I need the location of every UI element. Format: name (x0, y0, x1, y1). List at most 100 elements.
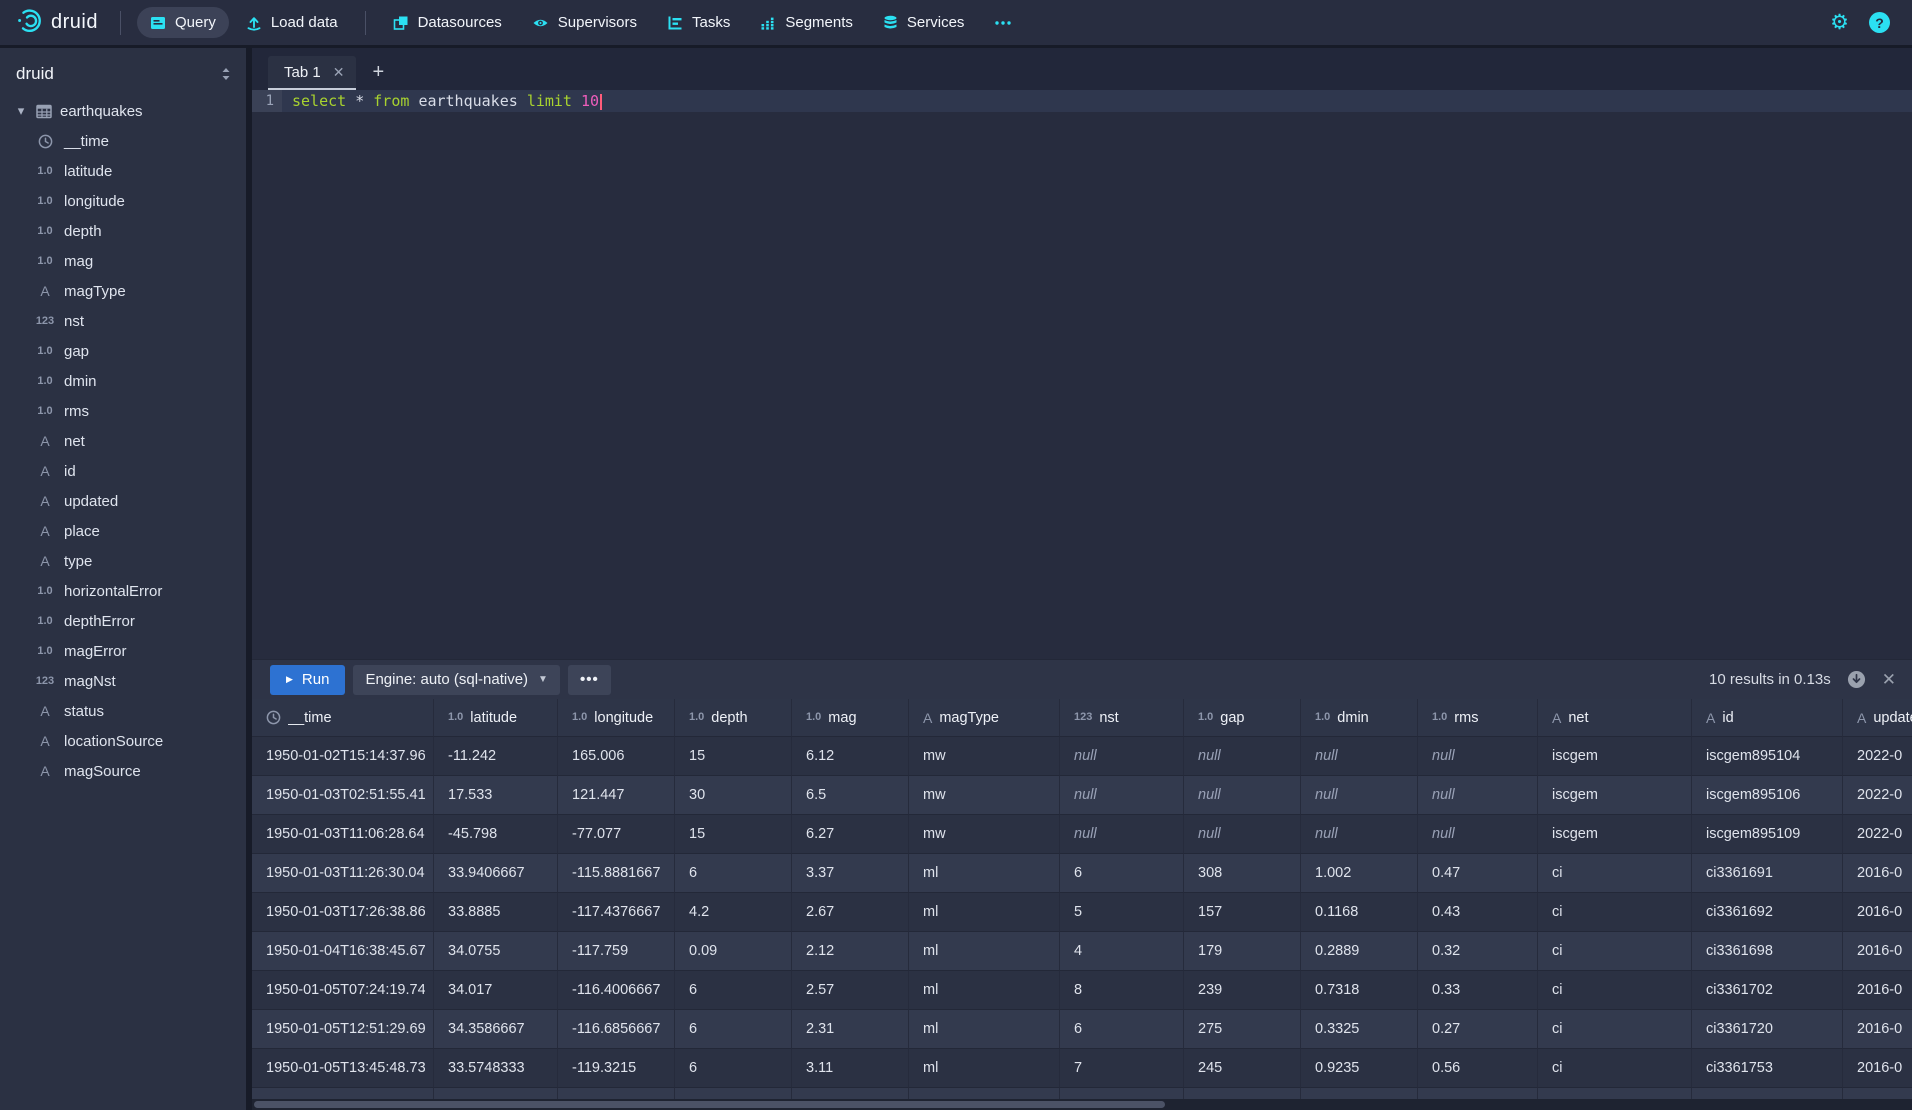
table-cell[interactable]: ci3361720 (1692, 1010, 1843, 1049)
table-cell[interactable]: null (1184, 737, 1301, 776)
tree-column-magNst[interactable]: 123magNst (0, 666, 246, 696)
table-cell[interactable]: null (1301, 737, 1418, 776)
table-cell[interactable]: 2022-0 (1843, 776, 1912, 815)
column-header-rms[interactable]: 1.0rms (1418, 699, 1538, 737)
table-cell[interactable]: 1.002 (1301, 854, 1418, 893)
tree-column-status[interactable]: Astatus (0, 696, 246, 726)
settings-gear-icon[interactable]: ⚙ (1830, 12, 1849, 33)
column-header-depth[interactable]: 1.0depth (675, 699, 792, 737)
table-cell[interactable]: null (1301, 776, 1418, 815)
nav-item-more[interactable] (981, 8, 1025, 38)
table-cell[interactable]: 3.11 (792, 1049, 909, 1088)
table-cell[interactable]: 245 (1184, 1049, 1301, 1088)
column-header-magType[interactable]: AmagType (909, 699, 1060, 737)
tree-column-mag[interactable]: 1.0mag (0, 246, 246, 276)
column-header-latitude[interactable]: 1.0latitude (434, 699, 558, 737)
table-cell[interactable]: 6 (675, 1049, 792, 1088)
column-header-id[interactable]: Aid (1692, 699, 1843, 737)
table-cell[interactable]: ci3361702 (1692, 971, 1843, 1010)
table-cell[interactable]: 2.12 (792, 932, 909, 971)
table-cell[interactable]: 0.47 (1418, 854, 1538, 893)
table-cell[interactable]: 30 (675, 776, 792, 815)
table-cell[interactable]: 1950-01-05T13:45:48.730Z (252, 1049, 434, 1088)
nav-item-tasks[interactable]: Tasks (654, 7, 743, 38)
table-cell[interactable]: 6.27 (792, 815, 909, 854)
table-cell[interactable]: 0.32 (1418, 932, 1538, 971)
tree-column-latitude[interactable]: 1.0latitude (0, 156, 246, 186)
table-cell[interactable]: 17.533 (434, 776, 558, 815)
table-cell[interactable]: 1950-01-03T11:06:28.640Z (252, 815, 434, 854)
table-cell[interactable]: 34.3586667 (434, 1010, 558, 1049)
table-cell[interactable]: 308 (1184, 854, 1301, 893)
table-cell[interactable]: 0.56 (1418, 1049, 1538, 1088)
table-cell[interactable]: 0.09 (675, 932, 792, 971)
table-cell[interactable]: 6.12 (792, 737, 909, 776)
table-cell[interactable]: 5 (1060, 893, 1184, 932)
tree-column-updated[interactable]: Aupdated (0, 486, 246, 516)
tree-column-horizontalError[interactable]: 1.0horizontalError (0, 576, 246, 606)
table-cell[interactable]: 33.5748333 (434, 1049, 558, 1088)
table-cell[interactable]: ml (909, 971, 1060, 1010)
scrollbar-thumb[interactable] (254, 1101, 1165, 1108)
table-cell[interactable]: 1950-01-05T12:51:29.690Z (252, 1010, 434, 1049)
tree-column-locationSource[interactable]: AlocationSource (0, 726, 246, 756)
table-cell[interactable]: 0.2889 (1301, 932, 1418, 971)
table-cell[interactable]: 34.0755 (434, 932, 558, 971)
table-cell[interactable]: 1950-01-03T02:51:55.410Z (252, 776, 434, 815)
tree-column-magType[interactable]: AmagType (0, 276, 246, 306)
table-cell[interactable]: 1950-01-02T15:14:37.960Z (252, 737, 434, 776)
table-cell[interactable]: 0.3325 (1301, 1010, 1418, 1049)
tree-column-magSource[interactable]: AmagSource (0, 756, 246, 786)
table-cell[interactable]: ml (909, 932, 1060, 971)
table-cell[interactable]: 4.2 (675, 893, 792, 932)
tree-column-dmin[interactable]: 1.0dmin (0, 366, 246, 396)
table-cell[interactable]: 8 (1060, 971, 1184, 1010)
table-cell[interactable]: 2016-0 (1843, 971, 1912, 1010)
nav-item-datasources[interactable]: Datasources (380, 7, 515, 38)
table-cell[interactable]: ci3361692 (1692, 893, 1843, 932)
table-cell[interactable]: 0.33 (1418, 971, 1538, 1010)
table-cell[interactable]: ci (1538, 893, 1692, 932)
tab-tab1[interactable]: Tab 1 ✕ (268, 56, 356, 90)
horizontal-scrollbar[interactable] (252, 1099, 1912, 1110)
tab-close-icon[interactable]: ✕ (333, 64, 345, 81)
table-cell[interactable]: mw (909, 776, 1060, 815)
column-header-__time[interactable]: __time (252, 699, 434, 737)
table-cell[interactable]: 0.27 (1418, 1010, 1538, 1049)
table-cell[interactable]: ml (909, 1010, 1060, 1049)
tree-item-earthquakes[interactable]: ▾earthquakes (0, 96, 246, 126)
table-cell[interactable]: 7 (1060, 1049, 1184, 1088)
table-cell[interactable]: ci3361753 (1692, 1049, 1843, 1088)
table-cell[interactable]: 15 (675, 815, 792, 854)
table-cell[interactable]: 2022-0 (1843, 815, 1912, 854)
table-cell[interactable]: iscgem895109 (1692, 815, 1843, 854)
table-cell[interactable]: 33.9406667 (434, 854, 558, 893)
table-cell[interactable]: 2016-0 (1843, 893, 1912, 932)
table-cell[interactable]: null (1301, 815, 1418, 854)
table-cell[interactable]: 2.67 (792, 893, 909, 932)
column-header-gap[interactable]: 1.0gap (1184, 699, 1301, 737)
column-header-net[interactable]: Anet (1538, 699, 1692, 737)
table-cell[interactable]: mw (909, 737, 1060, 776)
table-cell[interactable]: 6.5 (792, 776, 909, 815)
column-header-nst[interactable]: 123nst (1060, 699, 1184, 737)
table-cell[interactable]: ci (1538, 932, 1692, 971)
table-cell[interactable]: -116.6856667 (558, 1010, 675, 1049)
table-cell[interactable]: ci (1538, 1049, 1692, 1088)
nav-item-segments[interactable]: Segments (747, 7, 866, 38)
tree-column-place[interactable]: Aplace (0, 516, 246, 546)
tree-column-__time[interactable]: __time (0, 126, 246, 156)
table-cell[interactable]: ci3361691 (1692, 854, 1843, 893)
druid-logo[interactable]: druid (14, 7, 104, 38)
table-cell[interactable]: 34.017 (434, 971, 558, 1010)
table-cell[interactable]: 157 (1184, 893, 1301, 932)
double-caret-sort-icon[interactable] (220, 67, 232, 81)
help-icon[interactable]: ? (1869, 12, 1890, 33)
table-cell[interactable]: 179 (1184, 932, 1301, 971)
table-cell[interactable]: ml (909, 854, 1060, 893)
table-cell[interactable]: -119.3215 (558, 1049, 675, 1088)
table-cell[interactable]: null (1060, 776, 1184, 815)
run-button[interactable]: ▶ Run (270, 665, 345, 695)
table-cell[interactable]: 0.7318 (1301, 971, 1418, 1010)
table-cell[interactable]: -116.4006667 (558, 971, 675, 1010)
